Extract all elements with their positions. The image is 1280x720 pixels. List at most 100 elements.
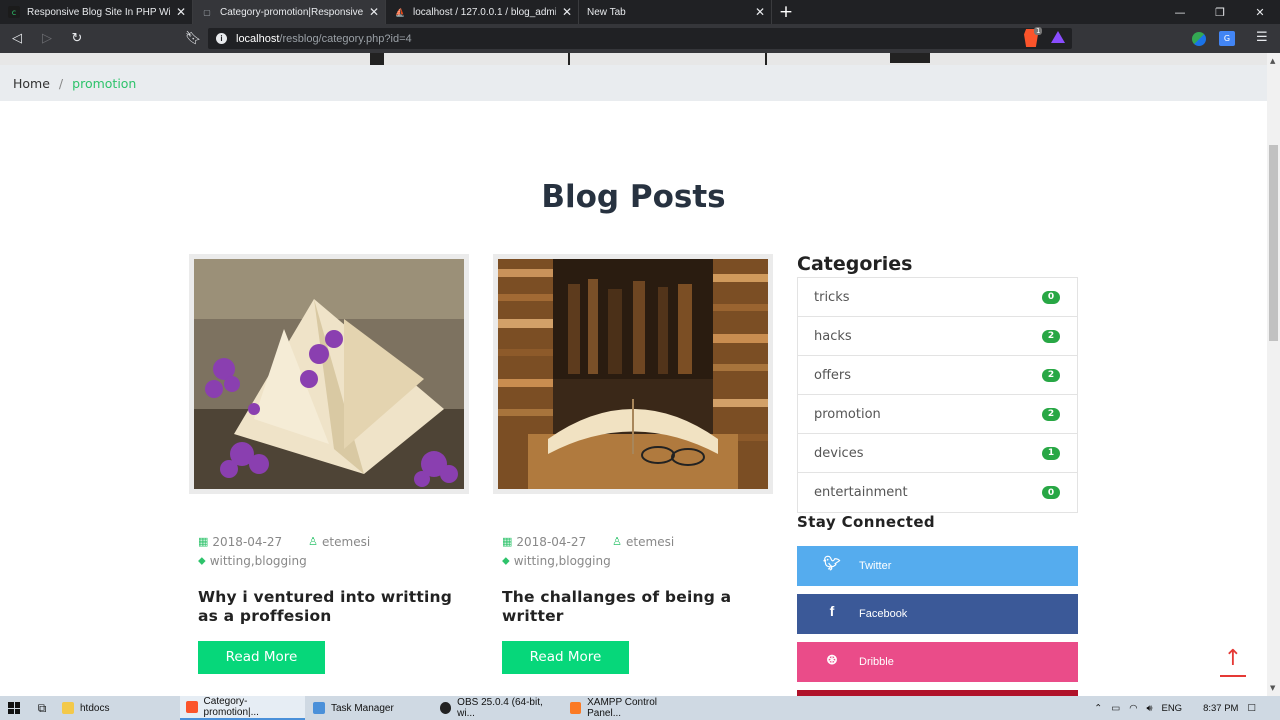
post-image-library-books[interactable] xyxy=(498,259,768,489)
taskbar-item-brave[interactable]: Category-promotion|... xyxy=(180,696,305,720)
folder-icon xyxy=(62,702,74,714)
post-image-frame xyxy=(189,254,469,494)
tab-title: Category-promotion|Responsive B xyxy=(220,6,363,18)
stay-connected-heading: Stay Connected xyxy=(797,513,936,531)
browser-toolbar: ◁ ▷ ↻ 🔖︎ i localhost /resblog/category.p… xyxy=(0,24,1280,53)
post-tags[interactable]: witting,blogging xyxy=(210,554,307,568)
category-item-tricks[interactable]: tricks 0 xyxy=(798,278,1077,317)
calendar-icon: ▦ xyxy=(502,535,513,548)
post-title[interactable]: Why i ventured into writting as a proffe… xyxy=(189,588,459,626)
taskbar-item-obs[interactable]: OBS 25.0.4 (64-bit, wi... xyxy=(434,696,562,720)
task-view-icon[interactable]: ⧉ xyxy=(28,701,56,716)
blog-post-card: ▦ 2018-04-27 ♙ etemesi ⬥ witting,bloggin… xyxy=(189,254,469,674)
category-item-offers[interactable]: offers 2 xyxy=(798,356,1077,395)
browser-tab[interactable]: c Responsive Blog Site In PHP With ✕ xyxy=(0,0,193,24)
category-item-devices[interactable]: devices 1 xyxy=(798,434,1077,473)
site-info-icon[interactable]: i xyxy=(216,33,227,44)
category-name: entertainment xyxy=(814,485,908,500)
post-date: 2018-04-27 xyxy=(516,534,587,549)
volume-icon[interactable]: 🔊︎ xyxy=(1146,703,1152,714)
category-item-entertainment[interactable]: entertainment 0 xyxy=(798,473,1077,512)
read-more-button[interactable]: Read More xyxy=(198,641,325,674)
category-name: tricks xyxy=(814,289,850,305)
wifi-icon[interactable]: ◠ xyxy=(1129,703,1137,714)
close-icon[interactable]: ✕ xyxy=(369,6,379,18)
twitter-button[interactable]: 🐦︎ Twitter xyxy=(797,546,1078,586)
language-indicator[interactable]: ENG xyxy=(1161,703,1182,714)
browser-tab-active[interactable]: ▢ Category-promotion|Responsive B ✕ xyxy=(193,0,386,24)
facebook-icon: f xyxy=(829,603,835,619)
category-count-badge: 0 xyxy=(1042,290,1060,304)
category-count-badge: 0 xyxy=(1042,486,1060,499)
network-icon[interactable]: ▭ xyxy=(1111,703,1120,714)
back-icon[interactable]: ◁ xyxy=(4,26,30,52)
address-bar[interactable]: i localhost /resblog/category.php?id=4 xyxy=(208,28,1072,49)
site-favicon-icon: c xyxy=(8,6,20,18)
url-host: localhost xyxy=(236,32,280,45)
post-tags[interactable]: witting,blogging xyxy=(514,554,611,568)
new-tab-plus-icon[interactable]: + xyxy=(774,0,798,24)
taskbar-item-label: htdocs xyxy=(80,702,110,714)
breadcrumb-separator: / xyxy=(58,75,64,91)
scroll-to-top-arrow-icon[interactable]: ↑ xyxy=(1220,647,1246,677)
post-author[interactable]: etemesi xyxy=(322,535,370,549)
close-icon[interactable]: ✕ xyxy=(176,6,186,18)
reload-icon[interactable]: ↻ xyxy=(64,26,90,52)
tray-chevron-icon[interactable]: ⌃ xyxy=(1094,703,1102,714)
scroll-up-icon[interactable]: ▲ xyxy=(1270,57,1275,65)
facebook-button[interactable]: f Facebook xyxy=(797,594,1078,634)
window-controls: — ❐ ✕ xyxy=(1160,0,1280,24)
brave-rewards-icon[interactable] xyxy=(1051,31,1065,43)
taskbar-item-htdocs[interactable]: htdocs xyxy=(56,696,178,720)
taskbar-item-task-manager[interactable]: Task Manager xyxy=(307,696,432,720)
minimize-icon[interactable]: — xyxy=(1160,0,1200,24)
taskbar-item-xampp[interactable]: XAMPP Control Panel... xyxy=(564,696,692,720)
extension-icon[interactable] xyxy=(1192,32,1206,46)
scrollbar-thumb[interactable] xyxy=(1269,145,1278,341)
scroll-down-icon[interactable]: ▼ xyxy=(1270,684,1275,692)
browser-tab-strip: c Responsive Blog Site In PHP With ✕ ▢ C… xyxy=(0,0,1280,24)
maximize-icon[interactable]: ❐ xyxy=(1200,0,1240,24)
page-favicon-icon: ▢ xyxy=(203,7,211,17)
sidebar: Categories tricks 0 hacks 2 offers 2 pro… xyxy=(797,253,1078,696)
dribbble-button[interactable]: ⊛ Dribble xyxy=(797,642,1078,682)
start-button[interactable] xyxy=(0,696,28,720)
close-icon[interactable]: ✕ xyxy=(755,6,765,18)
calendar-icon: ▦ xyxy=(198,535,209,548)
taskbar-item-label: XAMPP Control Panel... xyxy=(587,697,657,719)
category-item-hacks[interactable]: hacks 2 xyxy=(798,317,1077,356)
category-count-badge: 2 xyxy=(1042,329,1060,343)
social-label: Dribble xyxy=(859,656,894,668)
category-name: devices xyxy=(814,445,864,461)
windows-logo-icon xyxy=(8,702,20,714)
clock[interactable]: 8:37 PM xyxy=(1203,703,1238,714)
user-icon: ♙ xyxy=(612,535,623,548)
windows-taskbar: ⧉ htdocs Category-promotion|... Task Man… xyxy=(0,696,1280,720)
browser-tab[interactable]: New Tab ✕ xyxy=(579,0,772,24)
social-label: Facebook xyxy=(859,608,908,620)
close-icon[interactable]: ✕ xyxy=(562,6,572,18)
url-path: /resblog/category.php?id=4 xyxy=(279,32,412,45)
page-scrollbar[interactable]: ▲ ▼ xyxy=(1267,53,1280,696)
tags-icon: ⬥ xyxy=(502,553,510,567)
system-tray: ⌃ ▭ ◠ 🔊︎ ENG 8:37 PM ☐ xyxy=(1094,696,1280,720)
browser-menu-icon[interactable]: ☰ xyxy=(1256,30,1268,45)
xampp-icon xyxy=(570,702,582,714)
breadcrumb-home-link[interactable]: Home xyxy=(13,76,50,91)
hero-image-bottom xyxy=(0,53,1267,65)
category-item-promotion[interactable]: promotion 2 xyxy=(798,395,1077,434)
post-author[interactable]: etemesi xyxy=(626,535,674,549)
post-image-book-flowers[interactable] xyxy=(194,259,464,489)
notifications-icon[interactable]: ☐ xyxy=(1247,703,1256,714)
phpmyadmin-icon: ⛵ xyxy=(395,7,405,17)
category-count-badge: 2 xyxy=(1042,407,1060,421)
read-more-button[interactable]: Read More xyxy=(502,641,629,674)
browser-tab[interactable]: ⛵ localhost / 127.0.0.1 / blog_admin_ ✕ xyxy=(386,0,579,24)
bookmark-icon[interactable]: 🔖︎ xyxy=(180,26,206,52)
post-title[interactable]: The challanges of being a writter xyxy=(493,588,763,626)
forward-icon[interactable]: ▷ xyxy=(34,26,60,52)
close-window-icon[interactable]: ✕ xyxy=(1240,0,1280,24)
post-meta: ▦ 2018-04-27 ♙ etemesi ⬥ witting,bloggin… xyxy=(493,532,773,570)
translate-extension-icon[interactable]: G xyxy=(1219,31,1235,46)
taskbar-item-label: Task Manager xyxy=(331,702,394,714)
